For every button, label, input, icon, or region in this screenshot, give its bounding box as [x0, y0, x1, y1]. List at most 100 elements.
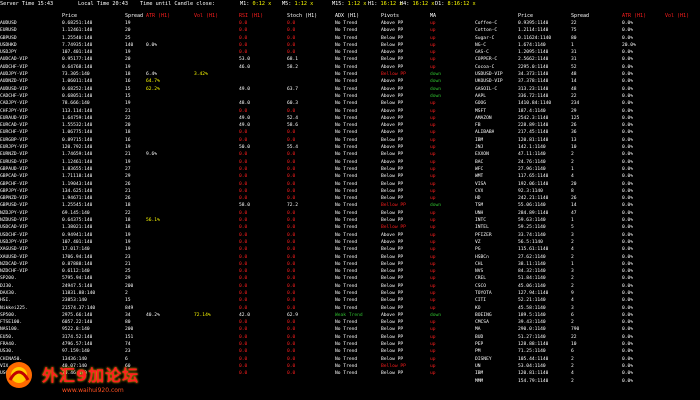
table-row[interactable]: WFC 27.96:1140 1 0.0% — [475, 166, 700, 173]
table-row[interactable]: US30. 97.159:140 23 0.0 0.0 No Trend Below PP u… — [0, 348, 440, 355]
atr-cell: 0.0% — [622, 93, 634, 99]
table-row[interactable]: CITI 52.21:1140 4 0.0% — [475, 297, 700, 304]
table-row[interactable]: EURCAD-VIP 1.55532:140 20 49.0 58.6 No Trend A… — [0, 122, 440, 129]
table-row[interactable]: DISNEY 105.44:1140 2 0.0% — [475, 356, 700, 363]
table-row[interactable]: GBPJPY-VIP 134.625:140 21 0.0 0.0 No Trend Bel… — [0, 188, 440, 195]
table-row[interactable]: GAS-C 1.2095:1140 31 0.0% — [475, 49, 700, 56]
table-row[interactable]: NG-C 1.674:1140 1 20.0% — [475, 42, 700, 49]
table-row[interactable]: DAX30. 11831.88:140 2 0.0 0.0 No Trend Below P… — [0, 290, 440, 297]
table-row[interactable]: FTSE100. 6057.22:140 80 0.0 0.0 No Trend Below… — [0, 319, 440, 326]
table-row[interactable]: VISA 192.06:1140 20 0.0% — [475, 181, 700, 188]
table-row[interactable]: MA 290.0:1140 790 0.0% — [475, 326, 700, 333]
table-row[interactable]: Sugar-C 0.11624:1140 80 0.0% — [475, 35, 700, 42]
table-row[interactable]: PM 71.25:1140 6 0.0% — [475, 348, 700, 355]
table-row[interactable]: EURCHF-VIP 1.06775:140 18 0.0 0.0 No Trend Abo… — [0, 129, 440, 136]
table-row[interactable]: INTC 59.63:1140 1 0.0% — [475, 217, 700, 224]
table-row[interactable]: INTEL 59.25:1140 5 0.0% — [475, 224, 700, 231]
table-row[interactable]: FRA40. 4796.57:140 74 0.0 0.0 No Trend Below P… — [0, 341, 440, 348]
table-row[interactable]: GASOIL-C 313.23:1140 48 0.0% — [475, 86, 700, 93]
table-row[interactable]: TSM 55.06:1140 14 0.0% — [475, 202, 700, 209]
table-row[interactable]: GBPAUD-VIP 1.83655:140 27 0.0 0.0 No Trend Bel… — [0, 166, 440, 173]
table-row[interactable]: FB 228.89:1140 26 0.0% — [475, 122, 700, 129]
table-row[interactable]: USDJPY 107.401:140 19 0.0 0.0 No Trend Above P… — [0, 49, 440, 56]
atr-cell: 0.0% — [622, 356, 634, 362]
table-row[interactable]: NVS 84.32:1140 3 0.0% — [475, 268, 700, 275]
table-row[interactable]: PEP 128.88:1140 10 0.0% — [475, 341, 700, 348]
table-row[interactable]: Cocoa-C 2295.0:1140 52 0.0% — [475, 64, 700, 71]
table-row[interactable]: GBPNZD-VIP 1.94671:140 26 0.0 0.0 No Trend Bel… — [0, 195, 440, 202]
table-row[interactable]: GBPCHF-VIP 1.19043:140 26 0.0 0.0 No Trend Bel… — [0, 181, 440, 188]
table-row[interactable]: GBPUSD-VIP 1.25545:140 18 58.0 72.2 No Trend B… — [0, 202, 441, 209]
table-row[interactable]: HD 242.21:1140 26 0.0% — [475, 195, 700, 202]
table-row[interactable]: NZDCAD-VIP 0.87888:140 21 0.0 0.0 No Trend Bel… — [0, 261, 440, 268]
table-row[interactable]: BUD 51.27:1140 22 0.0% — [475, 334, 700, 341]
table-row[interactable]: EXXON 47.11:1140 2 0.0% — [475, 151, 700, 158]
table-row[interactable]: AMAZON 2542.3:1140 125 0.0% — [475, 115, 700, 122]
table-row[interactable]: VZ 56.5:1140 2 0.0% — [475, 239, 700, 246]
table-row[interactable]: DJ30. 24947.5:140 200 0.0 0.0 No Trend Below P… — [0, 283, 440, 290]
table-row[interactable]: EURNZD-VIP 1.74659:140 21 9.6% 0.0 0.0 No Tren… — [0, 151, 440, 158]
pivot-cell: Below PP — [381, 35, 404, 41]
table-row[interactable]: EURJPY-VIP 120.792:140 19 50.0 55.4 No Trend A… — [0, 144, 440, 151]
table-row[interactable]: AAPL 336.72:1140 22 0.0% — [475, 93, 700, 100]
table-row[interactable]: NZDUSD-VIP 0.64375:140 18 56.1% 0.0 0.0 No Tre… — [0, 217, 440, 224]
table-row[interactable]: EU50. 3174.52:140 151 0.0 0.0 No Trend Below P… — [0, 334, 440, 341]
table-row[interactable]: USDCAD-VIP 1.38021:140 18 0.0 0.0 No Trend Bel… — [0, 224, 440, 231]
table-row[interactable]: HSBCn 27.62:1140 2 0.0% — [475, 254, 700, 261]
table-row[interactable]: CADCHF-VIP 0.68051:140 15 No Trend Above PP d… — [0, 93, 441, 100]
table-row[interactable]: HSI. 23853:140 15 0.0 0.0 No Trend Below PP up — [0, 297, 440, 304]
table-row[interactable]: UN 53.04:1140 2 0.0% — [475, 363, 700, 370]
table-row[interactable]: USDUSD-VIP 34.373:1140 48 0.0% — [475, 71, 700, 78]
table-row[interactable]: MMM 154.79:1140 2 0.0% — [475, 378, 700, 385]
table-row[interactable]: NZDJPY-VIP 69.145:140 22 0.0 0.0 No Trend Belo… — [0, 210, 440, 217]
table-row[interactable]: JNJ 142.1:1140 10 0.0% — [475, 144, 700, 151]
table-row[interactable]: XAUUSD-VIP 1706.94:140 23 0.0 0.0 No Trend Bel… — [0, 254, 440, 261]
table-row[interactable]: BOEING 189.5:1140 6 0.0% — [475, 312, 700, 319]
table-row[interactable]: KO 45.58:1140 3 0.0% — [475, 305, 700, 312]
table-row[interactable]: USDJPY-VIP 107.401:140 19 0.0 0.0 No Trend Abo… — [0, 239, 440, 246]
table-row[interactable]: USDHKD 7.74935:140 140 0.0% 0.0 0.0 No Trend Be… — [0, 42, 440, 49]
table-row[interactable]: COPPER-C 2.5662:1140 31 0.0% — [475, 56, 700, 63]
table-row[interactable]: WMT 117.65:1140 4 0.0% — [475, 173, 700, 180]
table-row[interactable]: CADJPY-VIP 78.666:140 19 48.0 60.3 No Trend Be… — [0, 100, 440, 107]
table-row[interactable]: Nikkei225. 21574.37:140 849 0.0 0.0 No Trend B… — [0, 305, 440, 312]
table-row[interactable]: Coffee-C 0.9395:1140 22 0.0% — [475, 20, 700, 27]
table-row[interactable]: GOOG 1410.84:1140 234 0.0% — [475, 100, 700, 107]
table-row[interactable]: AUDUSD 0.68251:140 19 0.0 0.0 No Trend Above P… — [0, 20, 440, 27]
table-row[interactable]: AUDUSD-VIP 0.68252:140 15 62.2% 49.0 63.7 No T… — [0, 86, 441, 93]
table-row[interactable]: GBPUSD 1.25540:140 25 0.0 0.0 No Trend Below P… — [0, 35, 440, 42]
table-row[interactable]: SP200. 5795.94:140 29 0.0 0.0 No Trend Below P… — [0, 275, 440, 282]
table-row[interactable]: IBM 120.81:1140 4 0.0% — [475, 370, 700, 377]
table-row[interactable]: CHFJPY-VIP 113.114:140 21 0.0 0.0 No Trend Abo… — [0, 108, 440, 115]
table-row[interactable]: AUDCHF-VIP 0.64768:140 19 46.0 58.2 No Trend A… — [0, 64, 440, 71]
table-row[interactable]: SP500. 2975.66:140 34 40.2% 72.14% 42.0 62.9 We… — [0, 312, 441, 319]
table-row[interactable]: AUDJPY-VIP 73.305:140 18 6.4% 3.42% No Trend B… — [0, 71, 441, 78]
table-row[interactable]: IBM 120.81:1140 13 0.0% — [475, 137, 700, 144]
table-row[interactable]: NAS100. 9522.8:140 200 0.0 0.0 No Trend Below … — [0, 326, 440, 333]
table-row[interactable]: USDCHF-VIP 0.94941:140 19 0.0 0.0 No Trend Abo… — [0, 232, 440, 239]
stoch-cell: 72.2 — [287, 203, 299, 209]
table-row[interactable]: NZDCHF-VIP 0.6112:140 25 0.0 0.0 No Trend Belo… — [0, 268, 440, 275]
table-row[interactable]: XAGUSD-VIP 17.017:140 19 0.0 0.0 No Trend Belo… — [0, 246, 440, 253]
table-row[interactable]: UKOUSD-VIP 37.378:1140 14 0.0% — [475, 78, 700, 85]
table-row[interactable]: AUDNZD-VIP 1.06011:140 16 64.7% No Trend Abov… — [0, 78, 441, 85]
table-row[interactable]: CSCO 45.06:1140 2 0.0% — [475, 283, 700, 290]
table-row[interactable]: GBPCAD-VIP 1.71118:140 29 0.0 0.0 No Trend Bel… — [0, 173, 440, 180]
table-row[interactable]: AUDCAD-VIP 0.95177:140 20 53.0 68.1 No Trend B… — [0, 56, 440, 63]
table-row[interactable]: EURGBP-VIP 0.89715:140 16 0.0 0.0 No Trend Bel… — [0, 137, 440, 144]
table-row[interactable]: TOYOTA 127.94:1140 9 0.0% — [475, 290, 700, 297]
table-row[interactable]: Cotton-C 1.2114:1140 75 0.0% — [475, 27, 700, 34]
table-row[interactable]: PG 115.61:1140 4 0.0% — [475, 246, 700, 253]
table-row[interactable]: BAC 24.76:1140 2 0.0% — [475, 159, 700, 166]
table-row[interactable]: EURUSD-VIP 1.12461:140 19 0.0 0.0 No Trend Abo… — [0, 159, 440, 166]
table-row[interactable]: EURUSD 1.12461:140 20 0.0 0.0 No Trend Above P… — [0, 27, 440, 34]
table-row[interactable]: ALIBABA 217.45:1140 36 0.0% — [475, 129, 700, 136]
table-row[interactable]: CVX 92.3:1140 8 0.0% — [475, 188, 700, 195]
table-row[interactable]: PFIZER 33.74:1140 3 0.0% — [475, 232, 700, 239]
table-row[interactable]: CMCSA 39.43:1140 2 0.0% — [475, 319, 700, 326]
table-row[interactable]: EURAUD-VIP 1.64759:140 22 49.0 52.4 No Trend A… — [0, 115, 440, 122]
table-row[interactable]: MSFT 187.4:1140 29 0.0% — [475, 108, 700, 115]
table-row[interactable]: CREL 51.84:1140 2 0.0% — [475, 275, 700, 282]
table-row[interactable]: UNH 284.89:1140 47 0.0% — [475, 210, 700, 217]
table-row[interactable]: CHL 38.11:1140 1 0.0% — [475, 261, 700, 268]
